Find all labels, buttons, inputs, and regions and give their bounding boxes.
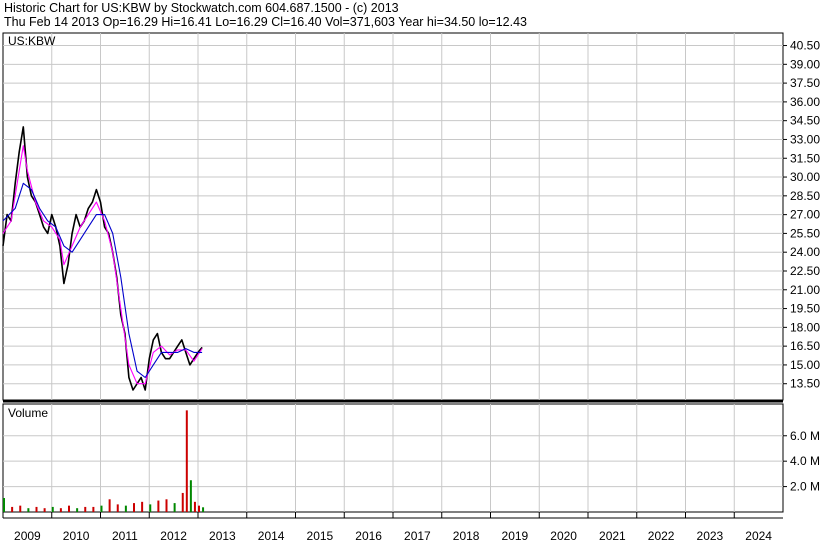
volume-tick-label: 6.0 M bbox=[790, 429, 820, 443]
volume-bar bbox=[198, 505, 200, 512]
x-tick-label: 2013 bbox=[209, 529, 236, 543]
x-tick-label: 2020 bbox=[550, 529, 577, 543]
price-tick-label: 30.00 bbox=[790, 170, 820, 184]
volume-bar bbox=[43, 508, 46, 512]
price-tick-label: 28.50 bbox=[790, 189, 820, 203]
price-tick-label: 16.50 bbox=[790, 339, 820, 353]
volume-bar bbox=[185, 410, 188, 512]
volume-bar bbox=[193, 501, 196, 512]
price-tick-label: 22.50 bbox=[790, 264, 820, 278]
price-tick-label: 40.50 bbox=[790, 39, 820, 53]
volume-bar bbox=[76, 508, 79, 512]
x-tick-label: 2023 bbox=[697, 529, 724, 543]
volume-bar bbox=[84, 506, 87, 512]
x-tick-label: 2009 bbox=[14, 529, 41, 543]
volume-bar bbox=[133, 503, 135, 512]
volume-bar bbox=[124, 505, 127, 512]
volume-bar bbox=[27, 508, 30, 512]
price-tick-label: 31.50 bbox=[790, 151, 820, 165]
x-tick-label: 2021 bbox=[599, 529, 626, 543]
volume-bar bbox=[181, 492, 184, 512]
volume-bar bbox=[51, 506, 54, 512]
x-tick-label: 2022 bbox=[648, 529, 675, 543]
volume-bar bbox=[149, 504, 152, 512]
price-tick-label: 39.00 bbox=[790, 57, 820, 71]
stock-chart: 2009 2010 2011 2012 2013 2014 2015 2016 2017 2018… bbox=[2, 32, 820, 543]
x-tick-label: 2016 bbox=[355, 529, 382, 543]
volume-bar bbox=[108, 499, 111, 512]
volume-bar bbox=[3, 498, 5, 512]
volume-bar bbox=[157, 500, 160, 512]
x-tick-label: 2019 bbox=[502, 529, 529, 543]
volume-label: Volume bbox=[8, 406, 48, 420]
volume-bar bbox=[68, 505, 70, 512]
volume-bar bbox=[116, 504, 119, 512]
x-tick-label: 2012 bbox=[160, 529, 187, 543]
volume-bar bbox=[11, 506, 14, 512]
price-tick-label: 24.00 bbox=[790, 245, 820, 259]
price-tick-label: 15.00 bbox=[790, 358, 820, 372]
volume-bar bbox=[19, 505, 22, 512]
volume-tick-label: 4.0 M bbox=[790, 454, 820, 468]
volume-bar bbox=[35, 506, 38, 512]
price-tick-label: 19.50 bbox=[790, 302, 820, 316]
price-tick-label: 21.00 bbox=[790, 283, 820, 297]
volume-bar bbox=[92, 506, 95, 512]
x-tick-label: 2014 bbox=[258, 529, 285, 543]
price-tick-label: 37.50 bbox=[790, 76, 820, 90]
volume-bar bbox=[173, 503, 176, 512]
x-tick-label: 2018 bbox=[453, 529, 480, 543]
price-tick-label: 34.50 bbox=[790, 114, 820, 128]
volume-bar bbox=[100, 505, 103, 512]
price-tick-label: 25.50 bbox=[790, 226, 820, 240]
volume-bar bbox=[59, 508, 62, 512]
x-tick-label: 2015 bbox=[307, 529, 334, 543]
price-tick-label: 13.50 bbox=[790, 377, 820, 391]
volume-bar bbox=[165, 499, 168, 512]
symbol-label: US:KBW bbox=[8, 34, 56, 48]
x-tick-label: 2011 bbox=[112, 529, 138, 543]
volume-bar bbox=[202, 507, 205, 512]
price-tick-label: 33.00 bbox=[790, 132, 820, 146]
volume-tick-label: 2.0 M bbox=[790, 480, 820, 494]
volume-bar bbox=[141, 501, 144, 512]
price-tick-label: 18.00 bbox=[790, 320, 820, 334]
x-tick-label: 2010 bbox=[63, 529, 90, 543]
price-tick-label: 27.00 bbox=[790, 208, 820, 222]
volume-bar bbox=[189, 480, 192, 512]
x-tick-label: 2024 bbox=[745, 529, 772, 543]
price-tick-label: 36.00 bbox=[790, 95, 820, 109]
x-tick-label: 2017 bbox=[404, 529, 431, 543]
